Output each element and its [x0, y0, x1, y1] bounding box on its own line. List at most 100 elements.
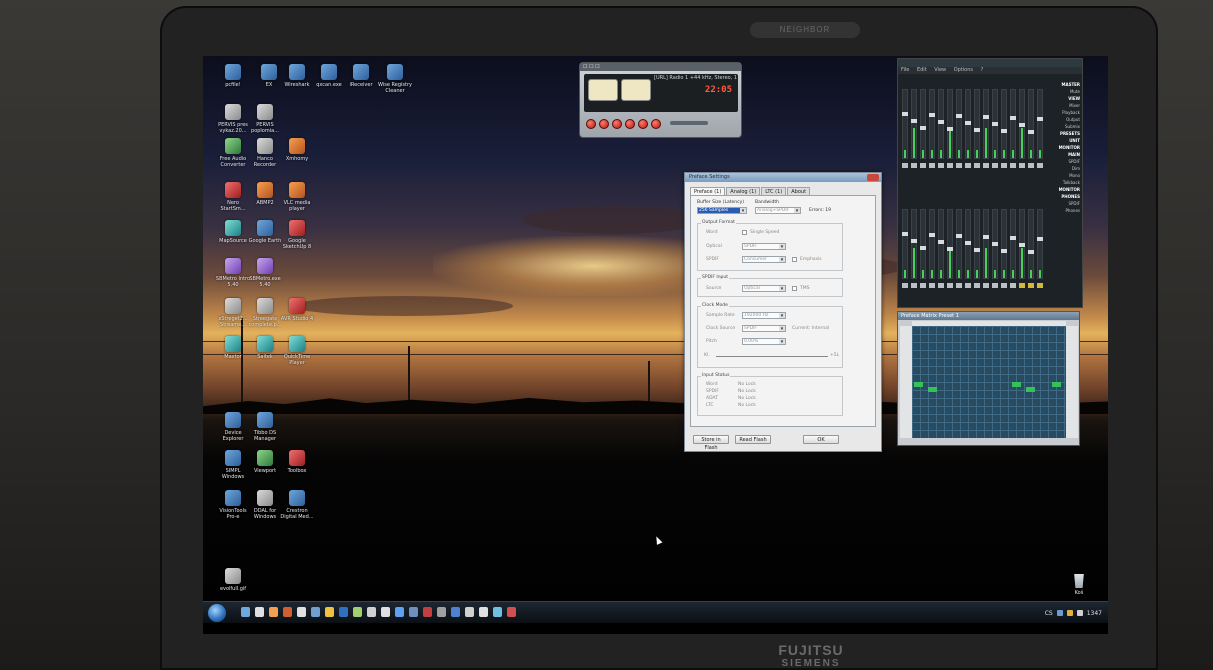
fader-knob[interactable]: [1010, 116, 1016, 120]
taskbar-app-icon[interactable]: [437, 607, 446, 617]
channel-label[interactable]: [1001, 283, 1007, 288]
desktop-icon[interactable]: Xmhomy: [275, 138, 319, 162]
taskbar-app-icon[interactable]: [325, 607, 334, 617]
desktop-icon[interactable]: Google SketchUp 8: [275, 220, 319, 250]
taskbar-app-icon[interactable]: [493, 607, 502, 617]
channel-fader[interactable]: [956, 89, 962, 159]
bandwidth-select[interactable]: Analog+SPDIF: [755, 207, 801, 214]
channel-label[interactable]: [920, 283, 926, 288]
dialog-titlebar[interactable]: Preface Settings: [685, 173, 881, 182]
desktop-icon[interactable]: QuickTime Player: [275, 336, 319, 366]
channel-label[interactable]: [1037, 163, 1043, 168]
mixer-side-item[interactable]: MONITOR MAIN: [1058, 144, 1080, 158]
next-button[interactable]: [638, 119, 648, 129]
fader-knob[interactable]: [956, 234, 962, 238]
language-indicator[interactable]: CS: [1045, 610, 1053, 617]
taskbar-app-icon[interactable]: [241, 607, 250, 617]
channel-label[interactable]: [992, 283, 998, 288]
taskbar-app-icon[interactable]: [381, 607, 390, 617]
channel-label[interactable]: [1010, 283, 1016, 288]
read-flash-button[interactable]: Read Flash: [735, 435, 771, 444]
desktop-icon[interactable]: Crestron Digital Med...: [275, 490, 319, 520]
fader-knob[interactable]: [983, 115, 989, 119]
mixer-side-item[interactable]: Mono: [1058, 172, 1080, 179]
taskbar-app-icon[interactable]: [451, 607, 460, 617]
fader-knob[interactable]: [947, 127, 953, 131]
taskbar-app-icon[interactable]: [423, 607, 432, 617]
channel-fader[interactable]: [965, 209, 971, 279]
mixer-side-item[interactable]: Phones: [1058, 207, 1080, 214]
channel-label[interactable]: [1001, 163, 1007, 168]
channel-fader[interactable]: [1010, 89, 1016, 159]
fader-knob[interactable]: [929, 113, 935, 117]
taskbar-app-icon[interactable]: [339, 607, 348, 617]
channel-fader[interactable]: [965, 89, 971, 159]
mixer-side-item[interactable]: SPDIF: [1058, 200, 1080, 207]
channel-label[interactable]: [911, 163, 917, 168]
channel-label[interactable]: [929, 283, 935, 288]
channel-label[interactable]: [983, 163, 989, 168]
player-titlebar[interactable]: ☐ ☐ ☐: [580, 63, 741, 71]
channel-fader[interactable]: [1028, 209, 1034, 279]
channel-fader[interactable]: [1001, 89, 1007, 159]
prev-button[interactable]: [586, 119, 596, 129]
channel-fader[interactable]: [938, 89, 944, 159]
recycle-bin-icon[interactable]: [1074, 574, 1084, 588]
fader-knob[interactable]: [1028, 130, 1034, 134]
channel-fader[interactable]: [920, 89, 926, 159]
channel-fader[interactable]: [1028, 89, 1034, 159]
fader-knob[interactable]: [1001, 249, 1007, 253]
fader-knob[interactable]: [1019, 123, 1025, 127]
pause-button[interactable]: [612, 119, 622, 129]
desktop-icon[interactable]: SBMetro.exe 5.40: [243, 258, 287, 288]
pitch-slider[interactable]: [716, 356, 828, 357]
channel-label[interactable]: [983, 283, 989, 288]
fader-knob[interactable]: [1010, 236, 1016, 240]
tray-clock[interactable]: 1347: [1087, 610, 1102, 617]
desktop-icon[interactable]: evolfull.gif: [211, 568, 255, 592]
fader-knob[interactable]: [902, 112, 908, 116]
channel-fader[interactable]: [902, 209, 908, 279]
fader-knob[interactable]: [983, 235, 989, 239]
store-flash-button[interactable]: Store in Flash: [693, 435, 729, 451]
taskbar-app-icon[interactable]: [367, 607, 376, 617]
network-icon[interactable]: [1056, 610, 1063, 616]
close-icon[interactable]: [867, 174, 879, 181]
channel-fader[interactable]: [911, 89, 917, 159]
taskbar-app-icon[interactable]: [353, 607, 362, 617]
channel-label[interactable]: [1037, 283, 1043, 288]
channel-fader[interactable]: [983, 209, 989, 279]
media-player-window[interactable]: ☐ ☐ ☐ [URL] Radio 1 +44 kHz, Stereo, 1 2…: [579, 62, 742, 138]
channel-fader[interactable]: [929, 89, 935, 159]
emphasis-checkbox[interactable]: [792, 257, 797, 262]
channel-fader[interactable]: [947, 89, 953, 159]
channel-fader[interactable]: [992, 89, 998, 159]
matrix-cell[interactable]: [1052, 382, 1061, 387]
mixer-side-item[interactable]: Mute: [1058, 88, 1080, 95]
fader-knob[interactable]: [902, 232, 908, 236]
channel-fader[interactable]: [1010, 209, 1016, 279]
mixer-side-item[interactable]: Submix: [1058, 123, 1080, 130]
fader-knob[interactable]: [1028, 250, 1034, 254]
taskbar-app-icon[interactable]: [395, 607, 404, 617]
desktop-icon[interactable]: PERVIS poplomia...: [243, 104, 287, 134]
channel-fader[interactable]: [992, 209, 998, 279]
desktop-icon[interactable]: Tibbo DS Manager: [243, 412, 287, 442]
taskbar-app-icon[interactable]: [311, 607, 320, 617]
fader-knob[interactable]: [974, 248, 980, 252]
mixer-side-item[interactable]: UNIT: [1058, 137, 1080, 144]
matrix-cell[interactable]: [1012, 382, 1021, 387]
desktop-icon[interactable]: VLC media player: [275, 182, 319, 212]
mixer-side-item[interactable]: MONITOR PHONES: [1058, 186, 1080, 200]
taskbar-app-icon[interactable]: [507, 607, 516, 617]
menu-view[interactable]: View: [934, 67, 946, 73]
channel-label[interactable]: [947, 283, 953, 288]
fader-knob[interactable]: [929, 233, 935, 237]
menu-file[interactable]: File: [901, 67, 909, 73]
start-button[interactable]: [208, 604, 226, 622]
channel-label[interactable]: [938, 283, 944, 288]
channel-label[interactable]: [974, 283, 980, 288]
channel-fader[interactable]: [911, 209, 917, 279]
channel-label[interactable]: [938, 163, 944, 168]
channel-label[interactable]: [956, 163, 962, 168]
